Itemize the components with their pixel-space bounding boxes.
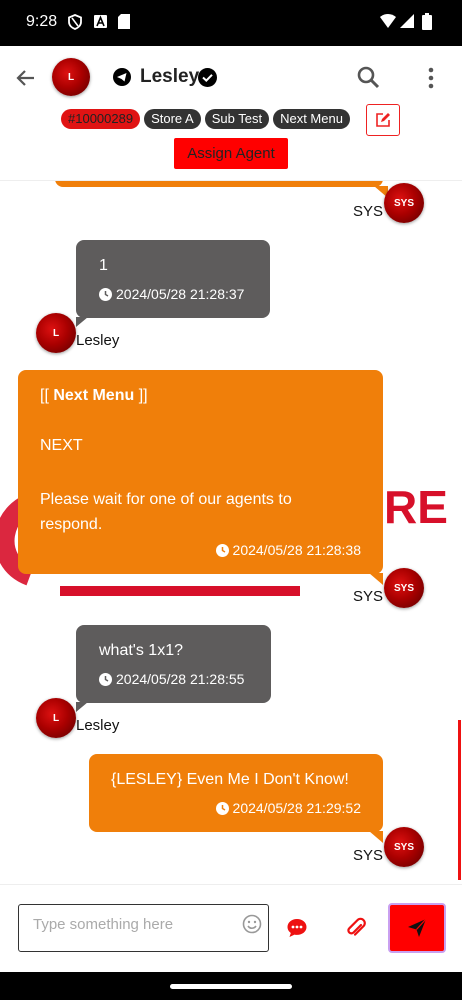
message-line: NEXT: [40, 437, 83, 454]
timestamp-text: 2024/05/28 21:28:38: [232, 542, 361, 558]
avatar-initial: L: [52, 712, 60, 724]
menu-prefix: [[: [40, 387, 54, 404]
message-line: Please wait for one of our agents to res…: [40, 491, 292, 533]
clock-icon: [99, 287, 112, 301]
sender-name: Lesley: [76, 332, 120, 349]
sender-name: SYS: [353, 588, 384, 605]
send-button[interactable]: [388, 903, 446, 953]
chat-header: L Lesley #10000289 Store A Sub Test Next…: [0, 46, 462, 181]
assign-agent-button[interactable]: Assign Agent: [174, 138, 288, 169]
message-timestamp: 2024/05/28 21:28:38: [215, 542, 361, 558]
avatar-initial: L: [52, 327, 60, 339]
sender-name: SYS: [353, 203, 384, 220]
message-input[interactable]: Type something here: [18, 904, 269, 952]
message-bubble-incoming[interactable]: what's 1x1? 2024/05/28 21:28:55: [76, 625, 271, 703]
telegram-icon: [113, 68, 131, 86]
menu-name: Next Menu: [53, 387, 135, 404]
clock-icon: [215, 543, 229, 557]
avatar-initial: SYS: [393, 841, 414, 853]
status-time: 9:28: [26, 13, 58, 30]
edit-tags-button[interactable]: [366, 104, 400, 136]
tag-sub: Sub Test: [204, 109, 270, 129]
bubble-tail: [76, 317, 88, 327]
message-text: 1: [99, 257, 108, 274]
avatar: SYS: [384, 827, 424, 867]
cell-signal-icon: [400, 14, 414, 28]
avatar-initial: L: [67, 71, 75, 83]
message-line-menu: [[ Next Menu ]]: [40, 387, 148, 405]
send-icon: [408, 918, 427, 937]
message-text: what's 1x1?: [99, 642, 183, 659]
avatar-initial: SYS: [393, 582, 414, 594]
message-composer: Type something here: [0, 884, 462, 973]
avatar: L: [36, 698, 76, 738]
avatar: SYS: [384, 183, 424, 223]
scrollbar[interactable]: [458, 720, 461, 880]
timestamp-text: 2024/05/28 21:29:52: [232, 800, 361, 816]
sender-name: SYS: [353, 847, 384, 864]
tag-store: Store A: [144, 109, 201, 129]
message-timestamp: 2024/05/28 21:28:37: [99, 286, 244, 302]
edit-icon: [376, 113, 390, 127]
shield-icon: [68, 14, 82, 30]
message-timestamp: 2024/05/28 21:29:52: [215, 800, 361, 816]
timestamp-text: 2024/05/28 21:28:37: [116, 286, 245, 302]
bubble-tail: [369, 573, 383, 585]
message-bubble-outgoing[interactable]: [[ Next Menu ]] NEXT Please wait for one…: [18, 370, 383, 574]
message-text: {LESLEY} Even Me I Don't Know!: [111, 771, 349, 788]
tag-list: #10000289 Store A Sub Test Next Menu: [61, 109, 350, 129]
emoji-icon[interactable]: [242, 914, 262, 934]
tag-menu: Next Menu: [273, 109, 350, 129]
avatar-initial: SYS: [393, 197, 414, 209]
paperclip-icon[interactable]: [345, 917, 367, 939]
sd-card-icon: [118, 14, 130, 29]
message-input-placeholder: Type something here: [33, 916, 174, 933]
message-timestamp: 2024/05/28 21:28:55: [99, 671, 244, 687]
message-list[interactable]: RE SYS SYS 1 2024/05/28 21:28:37 L Lesle…: [0, 181, 462, 884]
tag-ticket-id: #10000289: [61, 109, 141, 129]
sender-name: Lesley: [76, 717, 120, 734]
clock-icon: [215, 801, 229, 815]
watermark-text: RE: [384, 481, 448, 533]
wifi-icon: [380, 14, 396, 28]
home-gesture-pill[interactable]: [170, 984, 292, 989]
contact-name: Lesley: [140, 66, 200, 87]
more-vert-icon[interactable]: [420, 66, 442, 90]
system-nav-bar: [0, 972, 462, 1000]
menu-suffix: ]]: [134, 387, 148, 404]
back-arrow-icon[interactable]: [14, 66, 38, 90]
font-a-icon: [94, 15, 107, 28]
timestamp-text: 2024/05/28 21:28:55: [116, 671, 245, 687]
message-bubble-outgoing[interactable]: {LESLEY} Even Me I Don't Know! 2024/05/2…: [89, 754, 383, 832]
avatar: L: [36, 313, 76, 353]
battery-icon: [422, 13, 432, 30]
clock-icon: [99, 672, 112, 686]
bubble-tail: [76, 702, 88, 712]
bubble-tail: [369, 831, 383, 843]
avatar: SYS: [384, 568, 424, 608]
message-bubble-outgoing[interactable]: [55, 181, 383, 187]
status-bar: 9:28: [0, 0, 462, 46]
search-icon[interactable]: [356, 65, 380, 89]
avatar[interactable]: L: [52, 58, 90, 96]
chat-bubble-icon[interactable]: [286, 917, 308, 939]
message-bubble-incoming[interactable]: 1 2024/05/28 21:28:37: [76, 240, 270, 318]
verified-icon: [198, 68, 217, 87]
